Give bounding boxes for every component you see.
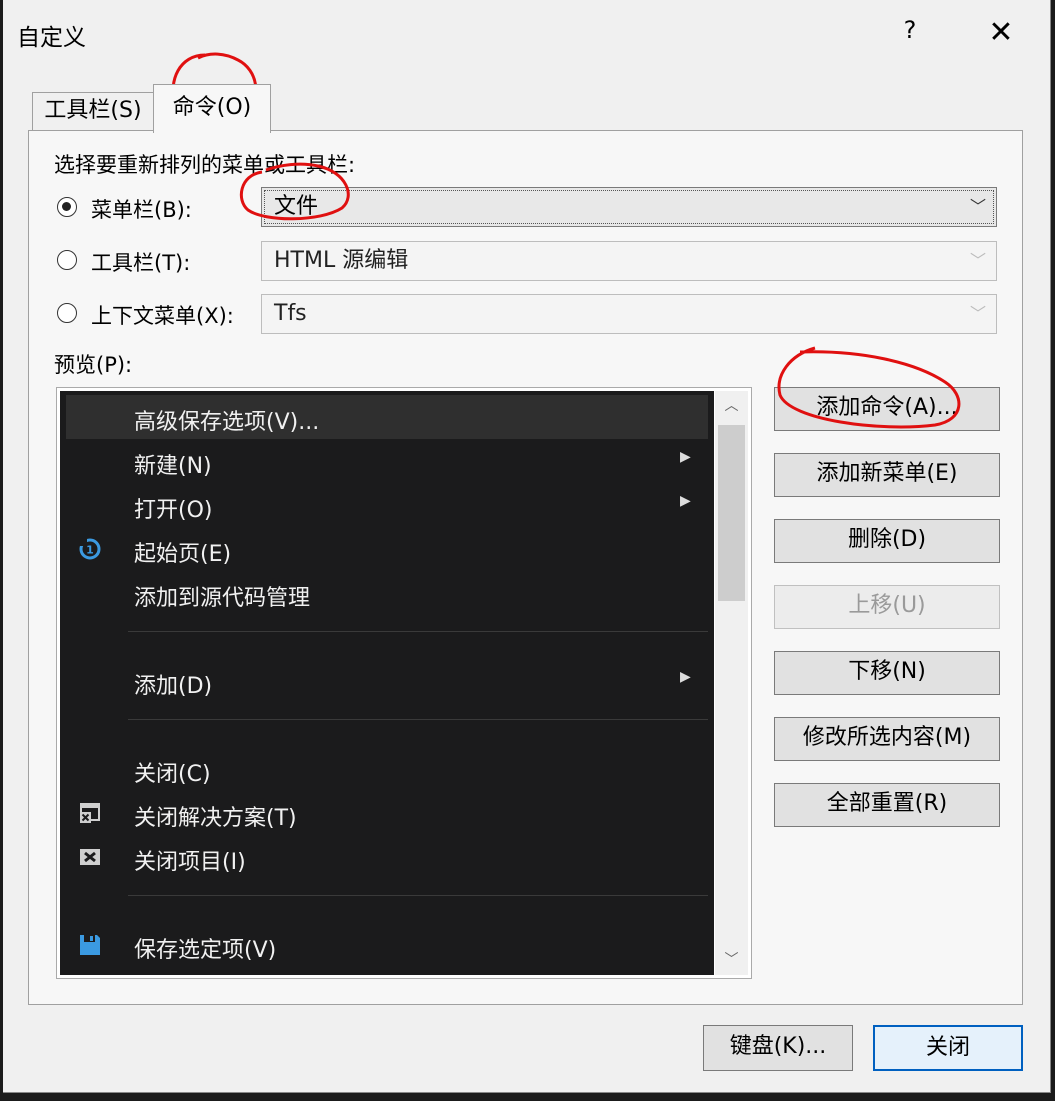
submenu-arrow-icon: ▶ — [680, 493, 691, 509]
menu-item-label: 添加(D) — [134, 674, 213, 699]
modify-selection-button[interactable]: 修改所选内容(M) — [774, 717, 1000, 761]
scroll-down-icon[interactable]: ﹀ — [715, 945, 748, 975]
preview-label: 预览(P): — [54, 353, 133, 377]
menubar-label: 菜单栏(B): — [91, 198, 192, 222]
reset-all-button[interactable]: 全部重置(R) — [774, 783, 1000, 827]
tab-toolbars[interactable]: 工具栏(S) — [32, 92, 154, 131]
submenu-arrow-icon: ▶ — [680, 669, 691, 685]
menu-item-label: 关闭解决方案(T) — [134, 806, 297, 831]
add-command-button[interactable]: 添加命令(A)... — [774, 387, 1000, 431]
menu-item-label: 打开(O) — [134, 498, 213, 523]
help-button[interactable]: ? — [895, 16, 925, 44]
menu-item-add-source-control[interactable]: 添加到源代码管理 — [60, 571, 714, 615]
menu-item-add[interactable]: 添加(D) ▶ — [60, 659, 714, 703]
keyboard-button[interactable]: 键盘(K)... — [703, 1025, 853, 1071]
chevron-down-icon: ﹀ — [969, 251, 986, 270]
menu-separator — [128, 895, 708, 896]
menubar-radio[interactable] — [57, 197, 77, 217]
dialog-title: 自定义 — [17, 25, 86, 51]
add-new-menu-button[interactable]: 添加新菜单(E) — [774, 453, 1000, 497]
menu-item-start-page[interactable]: 1 起始页(E) — [60, 527, 714, 571]
menu-item-close-project[interactable]: 关闭项目(I) — [60, 835, 714, 879]
close-project-icon — [80, 849, 100, 865]
tab-commands[interactable]: 命令(O) — [153, 84, 271, 133]
move-down-button[interactable]: 下移(N) — [774, 651, 1000, 695]
start-page-icon: 1 — [79, 538, 101, 560]
save-icon — [80, 935, 100, 955]
menu-item-close[interactable]: 关闭(C) — [60, 747, 714, 791]
menu-item-label: 新建(N) — [134, 454, 212, 479]
preview-menu: 高级保存选项(V)... 新建(N) ▶ 打开(O) ▶ 1 起始页(E) 添加… — [60, 391, 714, 975]
close-button[interactable]: 关闭 — [873, 1025, 1023, 1071]
preview-listbox[interactable]: 高级保存选项(V)... 新建(N) ▶ 打开(O) ▶ 1 起始页(E) 添加… — [56, 387, 752, 979]
close-window-button[interactable]: ✕ — [981, 16, 1021, 52]
context-menu-label: 上下文菜单(X): — [91, 304, 234, 328]
select-prompt: 选择要重新排列的菜单或工具栏: — [54, 153, 356, 177]
submenu-arrow-icon: ▶ — [680, 449, 691, 465]
menu-item-close-solution[interactable]: 关闭解决方案(T) — [60, 791, 714, 835]
menu-item-label: 关闭项目(I) — [134, 850, 246, 875]
menu-item-label: 高级保存选项(V)... — [134, 410, 320, 435]
toolbar-label: 工具栏(T): — [91, 251, 191, 275]
menu-separator — [128, 631, 708, 632]
menu-item-save-selected[interactable]: 保存选定项(V) — [60, 923, 714, 967]
context-menu-combo[interactable]: Tfs ﹀ — [261, 294, 997, 334]
context-menu-radio[interactable] — [57, 303, 77, 323]
customize-dialog: 自定义 ? ✕ 工具栏(S) 命令(O) 选择要重新排列的菜单或工具栏: 菜单栏… — [3, 0, 1051, 1093]
preview-scrollbar[interactable]: ︿ ﹀ — [715, 391, 748, 975]
chevron-down-icon: ﹀ — [969, 304, 986, 323]
close-solution-icon — [80, 803, 100, 823]
menu-item-label: 保存选定项(V) — [134, 938, 277, 963]
menubar-combo[interactable]: 文件 ﹀ — [261, 187, 997, 227]
menu-item-label: 添加到源代码管理 — [134, 586, 311, 611]
menu-item-label: 关闭(C) — [134, 762, 211, 787]
toolbar-radio[interactable] — [57, 250, 77, 270]
menubar-combo-value: 文件 — [274, 194, 319, 219]
toolbar-combo-value: HTML 源编辑 — [274, 248, 409, 273]
menu-item-label: 起始页(E) — [134, 542, 232, 567]
commands-panel: 选择要重新排列的菜单或工具栏: 菜单栏(B): 文件 ﹀ 工具栏(T): HTM… — [28, 130, 1023, 1005]
chevron-down-icon: ﹀ — [969, 197, 986, 216]
context-menu-combo-value: Tfs — [274, 301, 307, 326]
scroll-up-icon[interactable]: ︿ — [715, 391, 748, 421]
move-up-button[interactable]: 上移(U) — [774, 585, 1000, 629]
delete-button[interactable]: 删除(D) — [774, 519, 1000, 563]
menu-item-open[interactable]: 打开(O) ▶ — [60, 483, 714, 527]
menu-item-new[interactable]: 新建(N) ▶ — [60, 439, 714, 483]
scrollbar-thumb[interactable] — [718, 425, 745, 601]
menu-separator — [128, 719, 708, 720]
svg-text:1: 1 — [86, 544, 94, 557]
toolbar-combo[interactable]: HTML 源编辑 ﹀ — [261, 241, 997, 281]
menu-item-advanced-save[interactable]: 高级保存选项(V)... — [66, 395, 708, 439]
